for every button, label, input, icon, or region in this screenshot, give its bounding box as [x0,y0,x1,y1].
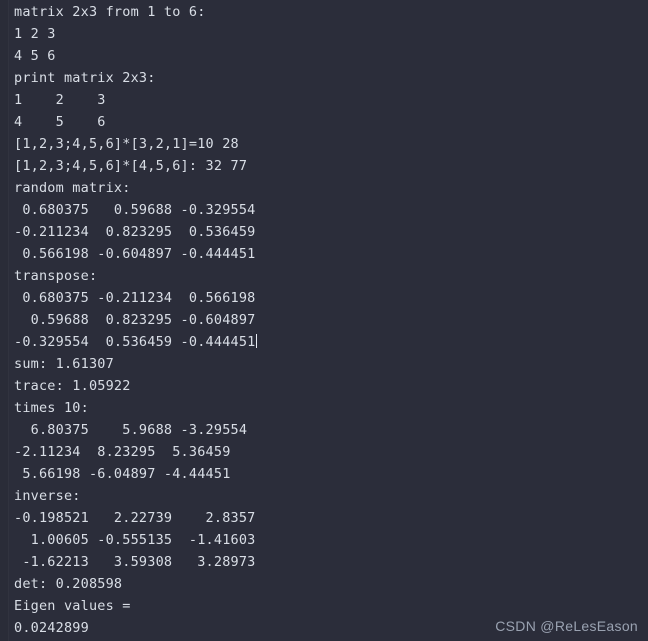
terminal-line: matrix 2x3 from 1 to 6: [14,4,206,20]
terminal-line: -1.62213 3.59308 3.28973 [14,554,256,570]
terminal-line: 6.80375 5.9688 -3.29554 [14,422,248,438]
terminal-line: [1,2,3;4,5,6]*[4,5,6]: 32 77 [14,158,248,174]
terminal-line: -2.11234 8.23295 5.36459 [14,444,231,460]
text-cursor-caret [255,334,257,348]
terminal-line: random matrix: [14,180,131,196]
terminal-line: 1.00605 -0.555135 -1.41603 [14,532,256,548]
terminal-line: Eigen values = [14,598,131,614]
watermark-label: CSDN @ReLesEason [495,618,638,634]
terminal-line: 1 2 3 [14,26,56,42]
terminal-line: 4 5 6 [14,114,106,130]
terminal-line: 0.680375 -0.211234 0.566198 [14,290,256,306]
terminal-line: -0.329554 0.536459 -0.444451 [14,334,257,350]
terminal-line: sum: 1.61307 [14,356,114,372]
terminal-line: -0.211234 0.823295 0.536459 [14,224,256,240]
terminal-window: matrix 2x3 from 1 to 6: 1 2 3 4 5 6 print m… [0,0,648,641]
terminal-line: 0.59688 0.823295 -0.604897 [14,312,256,328]
terminal-line: -0.198521 2.22739 2.8357 [14,510,256,526]
terminal-line: inverse: [14,488,81,504]
terminal-line: 1 2 3 [14,92,106,108]
terminal-line: 4 5 6 [14,48,56,64]
terminal-line: trace: 1.05922 [14,378,131,394]
terminal-line: 0.566198 -0.604897 -0.444451 [14,246,256,262]
terminal-line: det: 0.208598 [14,576,123,592]
terminal-line: 0.680375 0.59688 -0.329554 [14,202,256,218]
terminal-line: [1,2,3;4,5,6]*[3,2,1]=10 28 [14,136,239,152]
terminal-line: times 10: [14,400,89,416]
terminal-line: transpose: [14,268,98,284]
terminal-line: 5.66198 -6.04897 -4.44451 [14,466,231,482]
terminal-output-console[interactable]: matrix 2x3 from 1 to 6: 1 2 3 4 5 6 print m… [0,0,648,641]
terminal-line: print matrix 2x3: [14,70,156,86]
